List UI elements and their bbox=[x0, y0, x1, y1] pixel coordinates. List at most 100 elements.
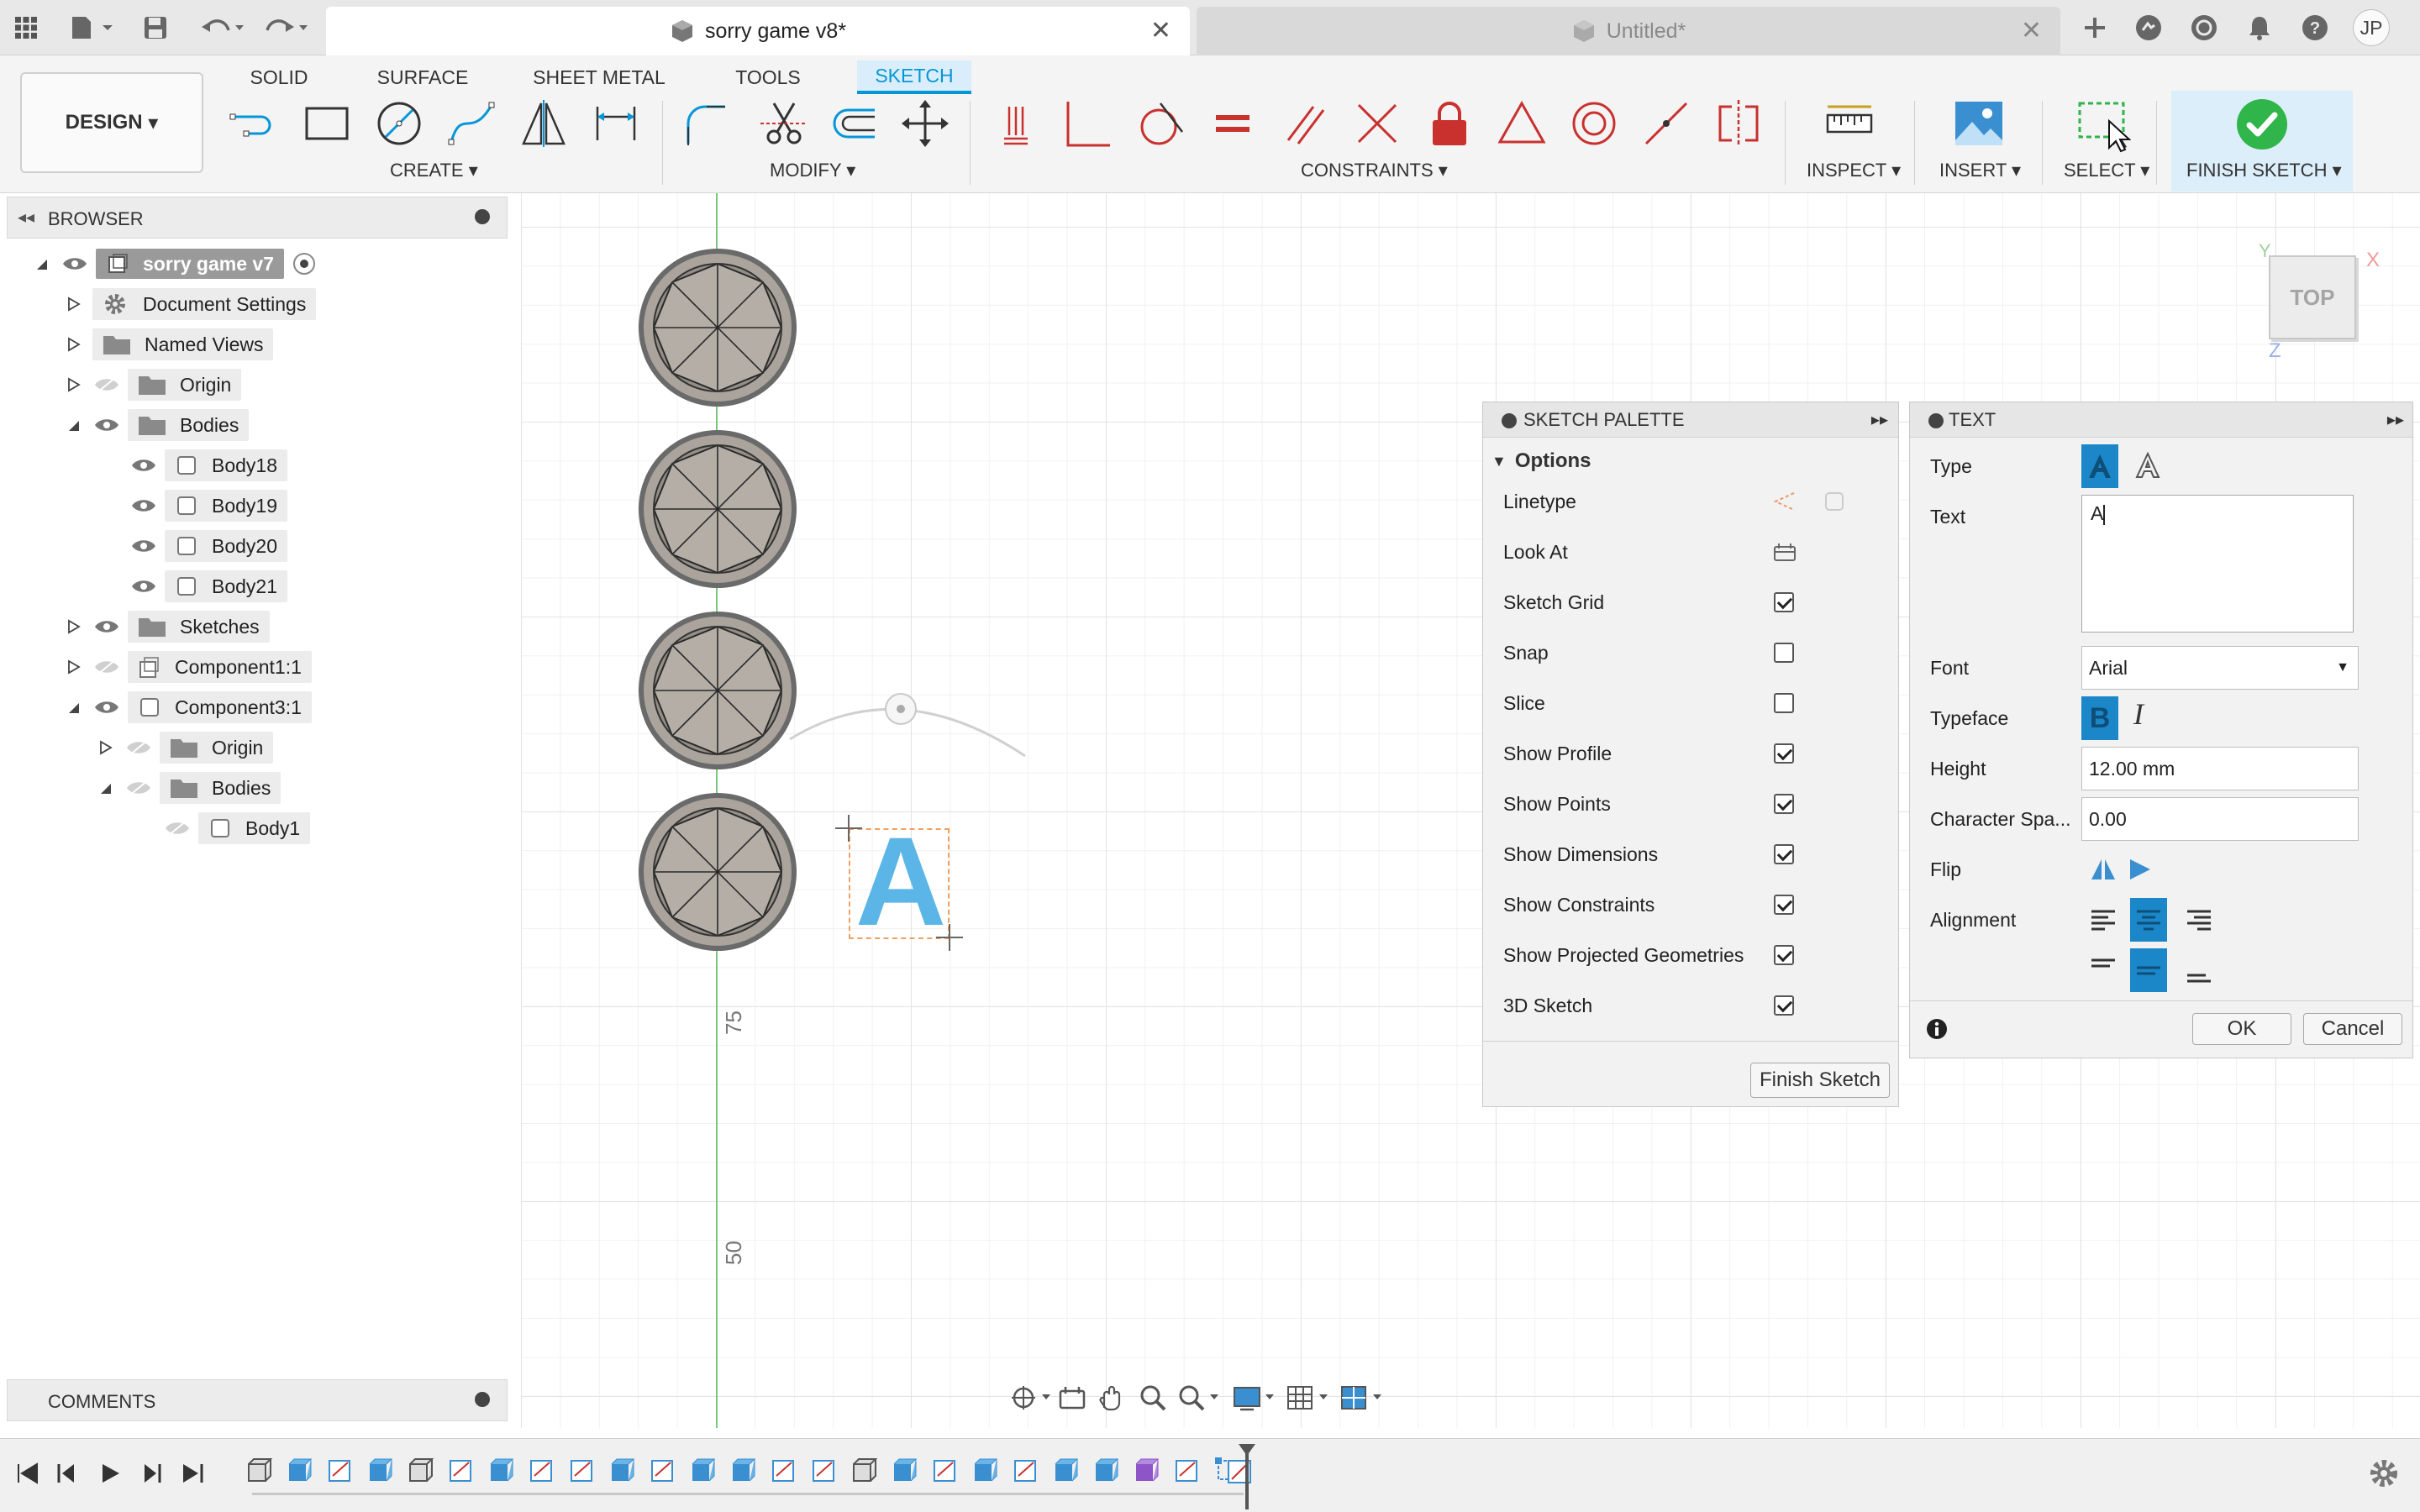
timeline-sketch-icon[interactable] bbox=[649, 1456, 677, 1484]
collapsed-triangle-icon[interactable] bbox=[66, 337, 81, 352]
pan-hand-icon[interactable] bbox=[1096, 1383, 1126, 1413]
timeline-extrude-icon[interactable] bbox=[487, 1456, 516, 1484]
timeline-sketch-icon[interactable] bbox=[1223, 1454, 1257, 1488]
browser-item-component3[interactable]: Component3:1 bbox=[66, 690, 312, 724]
dialog-expand-icon[interactable]: ▸▸ bbox=[2387, 409, 2404, 430]
comments-add-icon[interactable] bbox=[475, 1392, 490, 1407]
text-corner-handle-icon[interactable] bbox=[936, 924, 963, 951]
show-constraints-checkbox[interactable] bbox=[1774, 895, 1794, 915]
snap-checkbox[interactable] bbox=[1774, 643, 1794, 663]
tab-sorry-game-v8[interactable]: sorry game v8* ✕ bbox=[326, 7, 1190, 55]
play-icon[interactable] bbox=[97, 1461, 123, 1486]
grid-snaps-icon[interactable] bbox=[1286, 1383, 1333, 1413]
show-profile-checkbox[interactable] bbox=[1774, 743, 1794, 764]
timeline-extrude-icon[interactable] bbox=[891, 1456, 919, 1484]
show-projected-geometries-checkbox[interactable] bbox=[1774, 945, 1794, 965]
game-piece-body18[interactable] bbox=[637, 247, 798, 408]
sketch-text-preview[interactable]: A bbox=[832, 815, 975, 958]
finish-sketch-palette-button[interactable]: Finish Sketch bbox=[1750, 1063, 1890, 1098]
timeline-settings-gear-icon[interactable] bbox=[2368, 1457, 2400, 1489]
timeline-sketch-icon[interactable] bbox=[568, 1456, 597, 1484]
character-spacing-input[interactable]: 0.00 bbox=[2081, 797, 2359, 841]
fillet-tool-icon[interactable] bbox=[677, 96, 733, 151]
new-tab-icon[interactable] bbox=[2079, 12, 2111, 44]
expanded-triangle-icon[interactable] bbox=[66, 700, 81, 715]
eye-hidden-icon[interactable] bbox=[94, 658, 119, 676]
timeline-extrude-icon[interactable] bbox=[971, 1456, 1000, 1484]
orbit-icon[interactable] bbox=[1010, 1383, 1052, 1413]
collapsed-triangle-icon[interactable] bbox=[66, 297, 81, 312]
tangent-constraint-icon[interactable] bbox=[1133, 96, 1188, 151]
modify-group-label[interactable]: MODIFY ▾ bbox=[770, 160, 855, 181]
font-select[interactable]: Arial ▼ bbox=[2081, 646, 2359, 690]
constraints-group-label[interactable]: CONSTRAINTS ▾ bbox=[1301, 160, 1448, 181]
insert-image-icon[interactable] bbox=[1951, 96, 2007, 151]
align-bottom-icon[interactable] bbox=[2184, 955, 2214, 985]
game-piece-body19[interactable] bbox=[637, 428, 798, 590]
timeline-body-icon[interactable] bbox=[407, 1456, 435, 1484]
browser-item-document-settings[interactable]: Document Settings bbox=[66, 287, 317, 321]
tab-sheet-metal[interactable]: SHEET METAL bbox=[529, 60, 669, 94]
browser-item-root[interactable]: sorry game v7 bbox=[34, 247, 316, 281]
align-center-button[interactable] bbox=[2130, 898, 2167, 942]
collapsed-triangle-icon[interactable] bbox=[66, 377, 81, 392]
browser-item-body21[interactable]: Body21 bbox=[131, 570, 288, 603]
dialog-minimize-icon[interactable] bbox=[1928, 413, 1944, 428]
timeline-sketch-icon[interactable] bbox=[931, 1456, 960, 1484]
game-piece-body21[interactable] bbox=[637, 791, 798, 953]
timeline-extrude-icon[interactable] bbox=[366, 1456, 395, 1484]
go-to-start-icon[interactable] bbox=[15, 1461, 40, 1486]
collapsed-triangle-icon[interactable] bbox=[66, 659, 81, 675]
timeline-combine-icon[interactable] bbox=[1133, 1456, 1161, 1484]
tab-tools[interactable]: TOOLS bbox=[724, 60, 812, 94]
perpendicular-constraint-icon[interactable] bbox=[1349, 96, 1405, 151]
tab-untitled[interactable]: Untitled* ✕ bbox=[1197, 7, 2060, 55]
text-dialog-header[interactable]: TEXT ▸▸ bbox=[1910, 402, 2412, 438]
zoom-icon[interactable] bbox=[1138, 1383, 1168, 1413]
look-at-icon[interactable] bbox=[1772, 540, 1797, 564]
create-group-label[interactable]: CREATE ▾ bbox=[390, 160, 478, 181]
display-settings-icon[interactable] bbox=[1232, 1383, 1279, 1413]
go-to-end-icon[interactable] bbox=[180, 1461, 205, 1486]
step-back-icon[interactable] bbox=[55, 1461, 81, 1486]
redo-icon[interactable] bbox=[262, 12, 313, 44]
zoom-window-icon[interactable] bbox=[1176, 1383, 1223, 1413]
browser-item-body1[interactable]: Body1 bbox=[165, 811, 311, 845]
coincident-constraint-icon[interactable] bbox=[1060, 96, 1116, 151]
expanded-triangle-icon[interactable] bbox=[97, 780, 113, 795]
collapse-browser-icon[interactable]: ◂◂ bbox=[18, 207, 34, 228]
undo-icon[interactable] bbox=[198, 12, 249, 44]
info-icon[interactable] bbox=[1925, 1017, 1949, 1041]
viewcube-top-face[interactable]: TOP bbox=[2269, 255, 2356, 339]
eye-icon[interactable] bbox=[94, 698, 119, 717]
timeline-body-icon[interactable] bbox=[850, 1456, 879, 1484]
height-input[interactable]: 12.00 mm bbox=[2081, 747, 2359, 790]
timeline-extrude-icon[interactable] bbox=[729, 1456, 758, 1484]
centerline-linetype-icon[interactable] bbox=[1823, 490, 1846, 513]
line-tool-icon[interactable] bbox=[227, 96, 282, 151]
user-avatar[interactable]: JP bbox=[2353, 9, 2390, 46]
step-forward-icon[interactable] bbox=[138, 1461, 163, 1486]
tab-solid[interactable]: SOLID bbox=[237, 60, 321, 94]
activate-radio-icon[interactable] bbox=[292, 252, 316, 276]
expanded-triangle-icon[interactable] bbox=[66, 417, 81, 433]
text-type-button[interactable] bbox=[2081, 444, 2118, 488]
eye-hidden-icon[interactable] bbox=[126, 738, 151, 757]
extensions-icon[interactable] bbox=[2133, 12, 2165, 44]
align-middle-button[interactable] bbox=[2130, 948, 2167, 992]
expanded-triangle-icon[interactable] bbox=[34, 256, 49, 271]
notifications-bell-icon[interactable] bbox=[2244, 12, 2275, 44]
timeline-sketch-icon[interactable] bbox=[770, 1456, 798, 1484]
offset-tool-icon[interactable] bbox=[825, 96, 881, 151]
eye-icon[interactable] bbox=[131, 456, 156, 475]
eye-icon[interactable] bbox=[131, 496, 156, 515]
construction-linetype-icon[interactable] bbox=[1772, 490, 1796, 513]
comments-panel-header[interactable]: COMMENTS bbox=[7, 1379, 508, 1421]
cancel-button[interactable]: Cancel bbox=[2303, 1013, 2402, 1045]
collapsed-triangle-icon[interactable] bbox=[66, 619, 81, 634]
ok-button[interactable]: OK bbox=[2192, 1013, 2291, 1045]
palette-expand-icon[interactable]: ▸▸ bbox=[1871, 409, 1888, 430]
move-copy-icon[interactable] bbox=[897, 96, 953, 151]
timeline-extrude-icon[interactable] bbox=[286, 1456, 314, 1484]
parallel-constraint-icon[interactable] bbox=[1277, 96, 1333, 151]
